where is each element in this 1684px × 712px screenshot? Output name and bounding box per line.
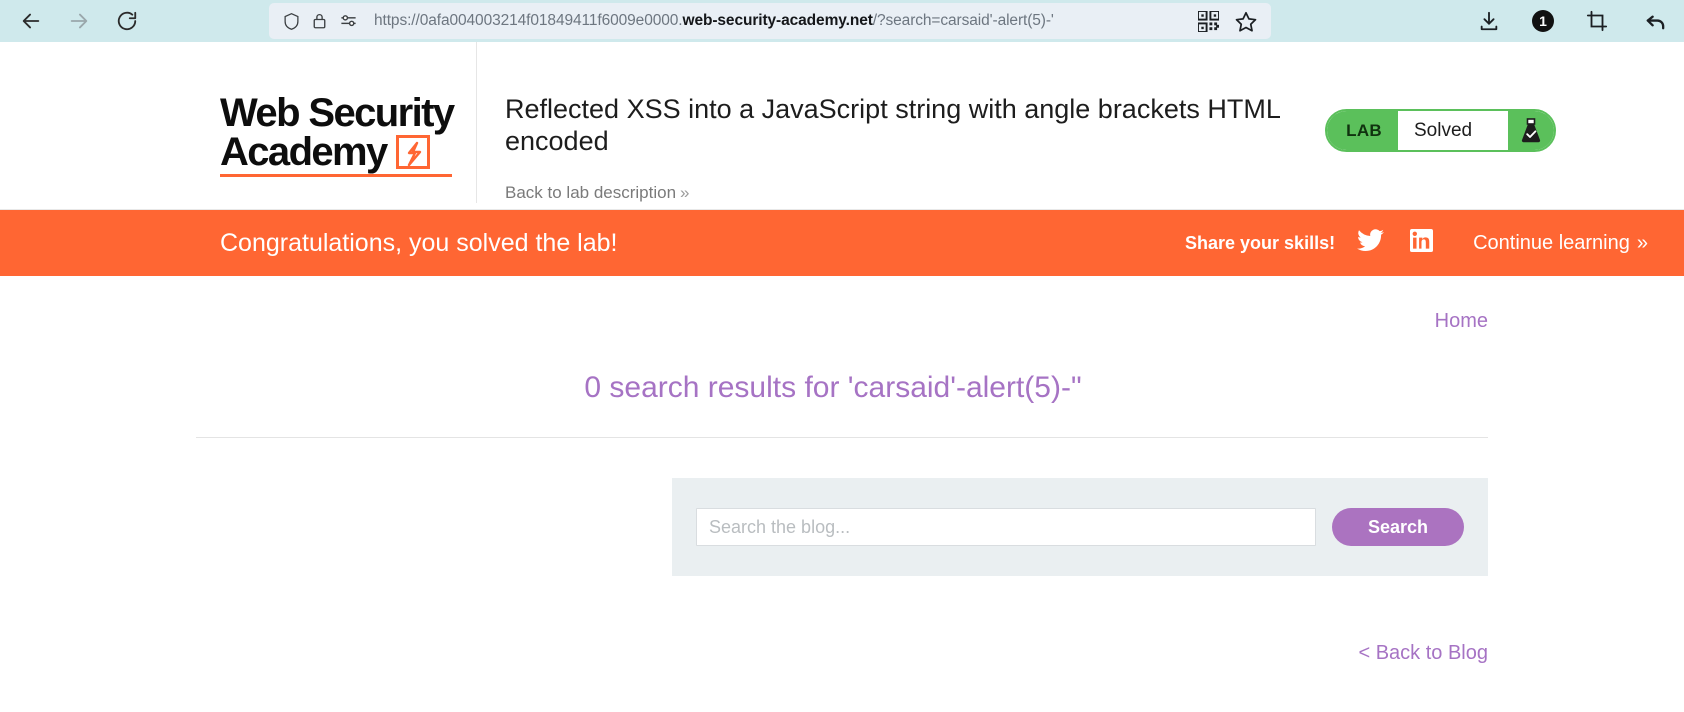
solved-banner: Congratulations, you solved the lab! Sha… [0, 210, 1684, 276]
linkedin-icon[interactable] [1410, 229, 1434, 257]
site-logo[interactable]: Web Security Academy [220, 42, 470, 177]
browser-nav-buttons [0, 6, 142, 36]
url-bar[interactable]: https://0afa004003214f01849411f6009e0000… [269, 3, 1271, 39]
permissions-key-icon[interactable] [339, 13, 358, 29]
url-suffix: /?search=carsaid'-alert(5)-' [872, 12, 1054, 29]
forward-icon[interactable] [64, 6, 94, 36]
section-divider [196, 437, 1488, 438]
back-to-blog-row: < Back to Blog [196, 576, 1488, 665]
lab-status-state: Solved [1398, 111, 1508, 150]
search-results-section: 0 search results for 'carsaid'-alert(5)-… [196, 333, 1488, 576]
browser-toolbar: https://0afa004003214f01849411f6009e0000… [0, 0, 1684, 42]
url-bar-actions [1198, 10, 1261, 32]
back-to-lab-label: Back to lab description [505, 183, 677, 203]
lab-title: Reflected XSS into a JavaScript string w… [505, 94, 1280, 156]
logo-line-1: Web Security [220, 91, 455, 135]
search-button[interactable]: Search [1331, 508, 1464, 546]
shield-icon[interactable] [283, 12, 300, 31]
site-header: Web Security Academy Reflected XSS into … [0, 42, 1684, 210]
search-input[interactable] [696, 508, 1316, 546]
url-text[interactable]: https://0afa004003214f01849411f6009e0000… [370, 12, 1186, 30]
logo-line-2-row: Academy [220, 129, 470, 174]
qr-code-icon[interactable] [1198, 10, 1219, 32]
blog-search-panel: Search [672, 478, 1488, 576]
chevron-double-right-icon: » [680, 183, 690, 203]
page-content: Home 0 search results for 'carsaid'-aler… [0, 276, 1684, 665]
url-domain: web-security-academy.net [682, 12, 873, 29]
continue-learning-link[interactable]: Continue learning » [1473, 232, 1660, 255]
lock-icon[interactable] [312, 12, 327, 30]
reload-icon[interactable] [112, 6, 142, 36]
notification-badge[interactable]: 1 [1532, 10, 1554, 32]
twitter-icon[interactable] [1357, 229, 1385, 257]
home-link-row: Home [196, 276, 1488, 333]
url-prefix: https://0afa004003214f01849411f6009e0000… [374, 12, 683, 29]
share-skills-label: Share your skills! [1185, 232, 1336, 253]
back-to-lab-description-link[interactable]: Back to lab description» [505, 183, 690, 203]
social-links [1357, 229, 1434, 257]
undo-arrow-icon[interactable] [1640, 6, 1670, 36]
browser-actions: 1 [1474, 0, 1670, 42]
crop-icon[interactable] [1582, 6, 1612, 36]
orange-flask-logo-icon [395, 135, 430, 170]
flask-check-icon [1508, 111, 1554, 150]
banner-message: Congratulations, you solved the lab! [220, 228, 618, 257]
download-icon[interactable] [1474, 6, 1504, 36]
home-link[interactable]: Home [1435, 310, 1488, 333]
logo-underline [220, 173, 452, 177]
chevron-double-right-icon: » [1636, 231, 1648, 254]
back-to-blog-link[interactable]: < Back to Blog [1358, 642, 1488, 665]
back-icon[interactable] [16, 6, 46, 36]
search-results-heading: 0 search results for 'carsaid'-alert(5)-… [584, 371, 1082, 404]
lab-status-tag: LAB [1327, 111, 1398, 150]
logo-line-2: Academy [220, 129, 388, 174]
banner-actions: Share your skills! Continue learning » [1185, 229, 1660, 257]
lab-status-widget[interactable]: LAB Solved [1325, 109, 1556, 152]
continue-learning-label: Continue learning [1473, 231, 1630, 254]
star-bookmark-icon[interactable] [1235, 11, 1257, 32]
